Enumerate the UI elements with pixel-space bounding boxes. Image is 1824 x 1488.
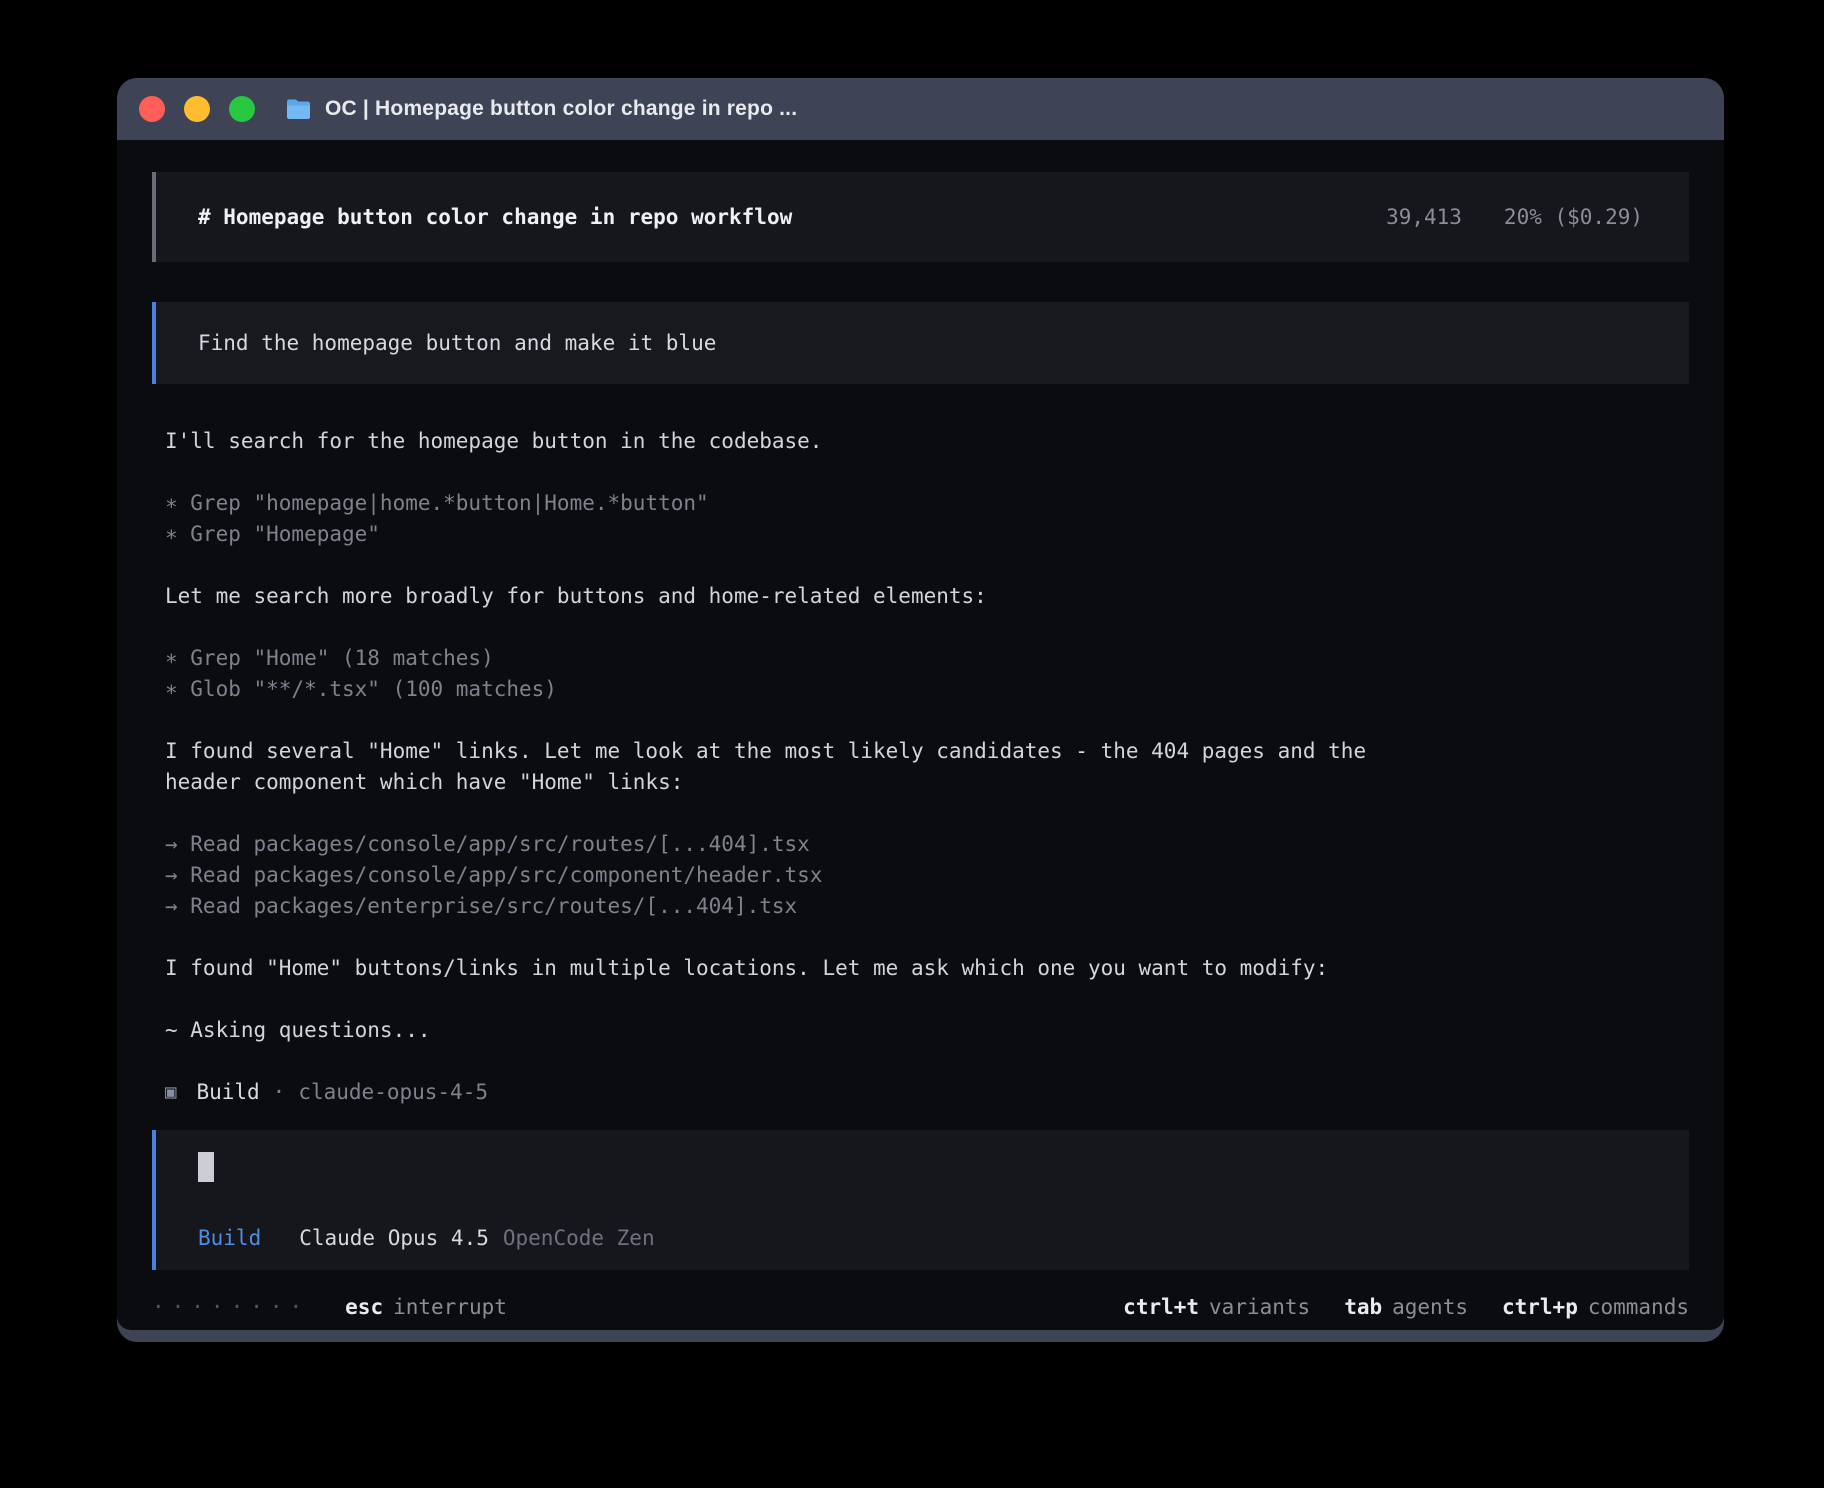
status-bar-right: ctrl+t variants tab agents ctrl+p commands	[1123, 1294, 1689, 1320]
prompt-input[interactable]: Build Claude Opus 4.5 OpenCode Zen	[152, 1130, 1689, 1270]
tool-call-read: → Read packages/enterprise/src/routes/[.…	[165, 891, 1425, 922]
tool-call-glob: ∗ Glob "**/*.tsx" (100 matches)	[165, 674, 1425, 705]
agent-icon: ▣	[165, 1077, 176, 1108]
tool-call-grep: ∗ Grep "Homepage"	[165, 519, 1425, 550]
status-bar-left: ········ esc interrupt	[152, 1294, 507, 1320]
tool-call-grep: ∗ Grep "homepage|home.*button|Home.*butt…	[165, 488, 1425, 519]
token-count: 39,413	[1386, 205, 1462, 229]
hint-interrupt-label: interrupt	[393, 1295, 507, 1319]
key-tab: tab	[1344, 1295, 1382, 1319]
assistant-text: I found "Home" buttons/links in multiple…	[165, 953, 1425, 984]
session-stats: 39,413 20% ($0.29)	[1386, 205, 1643, 229]
title-area: OC | Homepage button color change in rep…	[285, 97, 797, 121]
assistant-text: Let me search more broadly for buttons a…	[165, 581, 1425, 612]
tool-call-grep: ∗ Grep "Home" (18 matches)	[165, 643, 1425, 674]
status-bar: ········ esc interrupt ctrl+t variants tab…	[152, 1294, 1689, 1320]
agent-model: claude-opus-4-5	[298, 1077, 488, 1108]
hint-commands-label: commands	[1588, 1295, 1689, 1319]
hint-variants-label: variants	[1209, 1295, 1310, 1319]
assistant-status-text: ~ Asking questions...	[165, 1015, 1425, 1046]
terminal-content: # Homepage button color change in repo w…	[117, 140, 1724, 1330]
traffic-lights	[139, 96, 255, 122]
key-ctrl-t: ctrl+t	[1123, 1295, 1199, 1319]
session-title: # Homepage button color change in repo w…	[198, 205, 792, 229]
user-message: Find the homepage button and make it blu…	[152, 302, 1689, 384]
context-usage: 20% ($0.29)	[1504, 205, 1643, 229]
close-button[interactable]	[139, 96, 165, 122]
model-label: Claude Opus 4.5	[299, 1226, 489, 1250]
agent-mode-label[interactable]: Build	[198, 1226, 261, 1250]
window-titlebar[interactable]: OC | Homepage button color change in rep…	[117, 78, 1724, 140]
agent-name: Build	[196, 1077, 259, 1108]
minimize-button[interactable]	[184, 96, 210, 122]
session-header: # Homepage button color change in repo w…	[152, 172, 1689, 262]
hint-variants: ctrl+t variants	[1123, 1294, 1310, 1320]
assistant-text: I'll search for the homepage button in t…	[165, 426, 1425, 457]
provider-label: OpenCode Zen	[503, 1226, 655, 1250]
hint-interrupt: esc interrupt	[345, 1294, 507, 1320]
assistant-transcript: I'll search for the homepage button in t…	[165, 426, 1689, 1046]
key-ctrl-p: ctrl+p	[1502, 1295, 1578, 1319]
user-message-text: Find the homepage button and make it blu…	[198, 331, 716, 355]
hint-commands: ctrl+p commands	[1502, 1294, 1689, 1320]
agent-status: ▣ Build · claude-opus-4-5	[165, 1077, 1689, 1108]
terminal-window: OC | Homepage button color change in rep…	[117, 78, 1724, 1342]
text-cursor	[198, 1152, 214, 1182]
model-row: Build Claude Opus 4.5 OpenCode Zen	[198, 1226, 1647, 1250]
assistant-text: I found several "Home" links. Let me loo…	[165, 736, 1425, 798]
key-esc: esc	[345, 1295, 383, 1319]
spinner-dots: ········	[152, 1294, 309, 1320]
hint-agents: tab agents	[1344, 1294, 1468, 1320]
hint-agents-label: agents	[1392, 1295, 1468, 1319]
tool-call-read: → Read packages/console/app/src/componen…	[165, 860, 1425, 891]
window-title: OC | Homepage button color change in rep…	[325, 97, 797, 121]
separator-dot: ·	[273, 1077, 286, 1108]
zoom-button[interactable]	[229, 96, 255, 122]
tool-call-read: → Read packages/console/app/src/routes/[…	[165, 829, 1425, 860]
folder-icon	[285, 98, 312, 121]
